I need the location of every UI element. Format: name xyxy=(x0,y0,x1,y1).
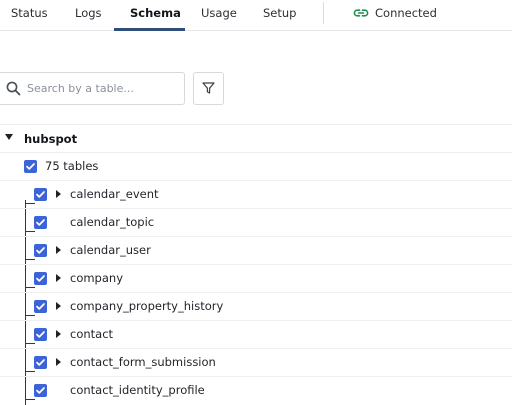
table-checkbox[interactable] xyxy=(34,272,47,285)
active-tab-indicator xyxy=(114,28,185,31)
select-all-checkbox[interactable] xyxy=(24,160,37,173)
table-name: calendar_topic xyxy=(70,215,155,229)
tab-logs[interactable]: Logs xyxy=(75,6,102,31)
table-name: company xyxy=(70,271,124,285)
tab-bar: Status Logs Schema Usage Setup Connected xyxy=(0,0,512,31)
connection-status: Connected xyxy=(353,4,437,22)
tab-status[interactable]: Status xyxy=(11,6,48,31)
caret-right-icon[interactable] xyxy=(56,330,61,338)
schema-name: hubspot xyxy=(24,132,78,146)
table-row: contact_identity_profile xyxy=(0,376,512,404)
tab-setup[interactable]: Setup xyxy=(263,6,296,31)
table-row: contact xyxy=(0,320,512,348)
divider xyxy=(0,152,512,153)
table-checkbox[interactable] xyxy=(34,244,47,257)
table-row: company xyxy=(0,264,512,292)
table-name: contact_identity_profile xyxy=(70,383,205,397)
caret-right-icon[interactable] xyxy=(56,358,61,366)
caret-down-icon[interactable] xyxy=(5,134,13,140)
connection-label: Connected xyxy=(375,6,437,20)
table-row: calendar_topic xyxy=(0,208,512,236)
schema-root-row: hubspot xyxy=(0,126,512,152)
table-name: calendar_user xyxy=(70,243,151,257)
caret-right-icon[interactable] xyxy=(56,246,61,254)
caret-right-icon[interactable] xyxy=(56,302,61,310)
table-name: calendar_event xyxy=(70,187,159,201)
table-checkbox[interactable] xyxy=(34,188,47,201)
search-input[interactable] xyxy=(27,82,177,95)
table-name: contact xyxy=(70,327,114,341)
divider xyxy=(0,124,512,125)
tab-divider xyxy=(323,2,324,24)
filter-button[interactable] xyxy=(193,72,224,105)
filter-icon xyxy=(202,79,215,98)
search-box xyxy=(0,72,185,105)
search-icon xyxy=(0,81,27,96)
table-checkbox[interactable] xyxy=(34,328,47,341)
table-name: company_property_history xyxy=(70,299,224,313)
table-checkbox[interactable] xyxy=(34,384,47,397)
table-name: contact_form_submission xyxy=(70,355,216,369)
caret-right-icon[interactable] xyxy=(56,274,61,282)
table-row: company_property_history xyxy=(0,292,512,320)
table-checkbox[interactable] xyxy=(34,356,47,369)
caret-right-icon[interactable] xyxy=(56,190,61,198)
table-checkbox[interactable] xyxy=(34,300,47,313)
link-icon xyxy=(353,8,369,18)
tab-usage[interactable]: Usage xyxy=(201,6,237,31)
table-checkbox[interactable] xyxy=(34,216,47,229)
table-row: calendar_user xyxy=(0,236,512,264)
table-count-label: 75 tables xyxy=(45,159,99,173)
table-row: calendar_event xyxy=(0,180,512,208)
table-row: contact_form_submission xyxy=(0,348,512,376)
